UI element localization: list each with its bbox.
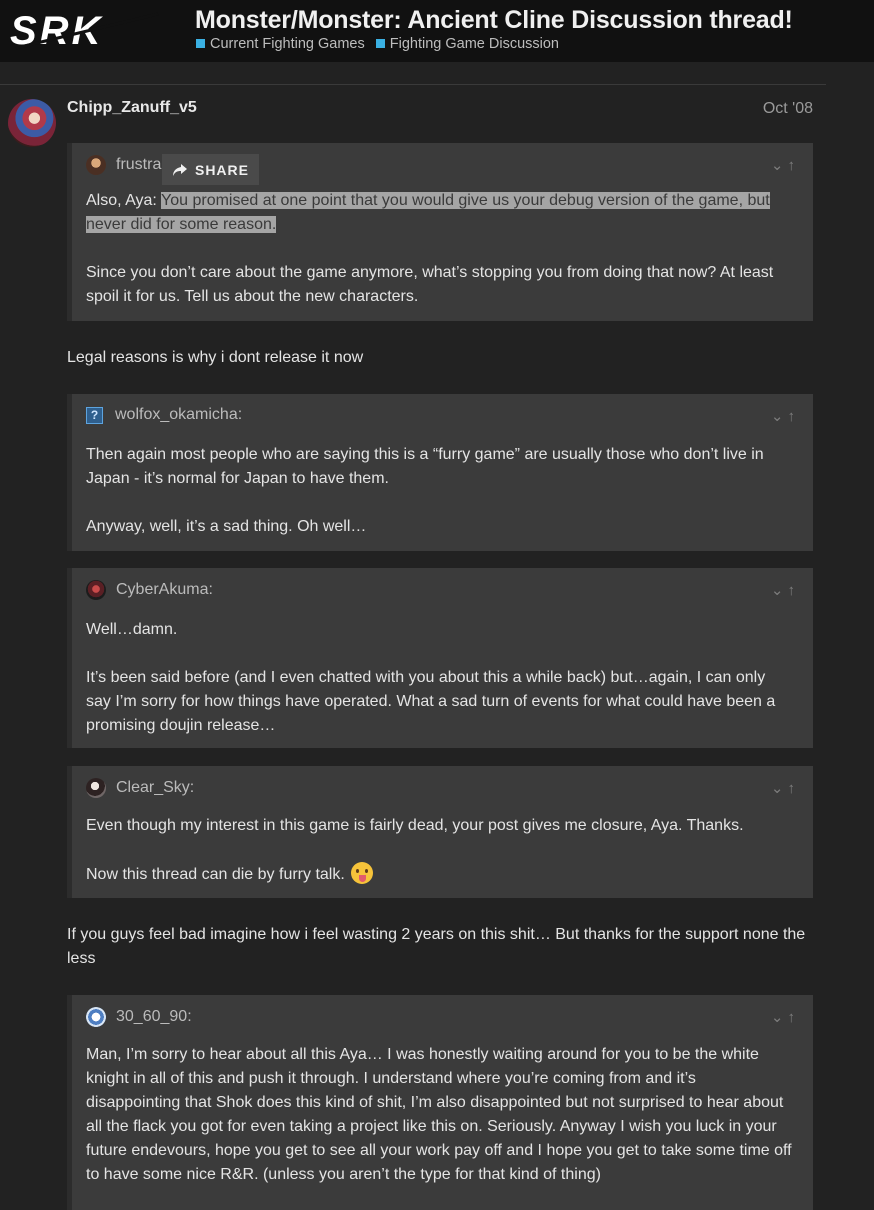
share-button[interactable]: SHARE: [162, 154, 259, 185]
chevron-down-icon[interactable]: ⌄: [771, 780, 788, 797]
category-link[interactable]: Fighting Game Discussion: [375, 36, 559, 52]
quote-block: 30_60_90: ⌄↑ Man, I’m sorry to hear abou…: [67, 995, 813, 1210]
missing-avatar-icon[interactable]: ?: [86, 406, 103, 424]
quote-author[interactable]: 30_60_90:: [116, 1008, 192, 1025]
chevron-down-icon[interactable]: ⌄: [771, 582, 788, 599]
stuck-out-tongue-emoji: [351, 862, 374, 884]
quote-body: Well…damn. It’s been said before (and I …: [86, 618, 793, 738]
quote-controls: ⌄↑: [771, 779, 799, 797]
post-author[interactable]: Chipp_Zanuff_v5: [67, 99, 197, 117]
quote-body: Then again most people who are saying th…: [86, 443, 793, 539]
quote-header: Clear_Sky:: [86, 778, 194, 802]
topic-header: SRK Monster/Monster: Ancient Cline Discu…: [0, 0, 874, 62]
arrow-up-icon[interactable]: ↑: [788, 780, 800, 797]
quote-controls: ⌄↑: [771, 1008, 799, 1026]
quote-paragraph: Well…damn.: [86, 621, 178, 638]
quote-header: ? wolfox_okamicha:: [86, 406, 242, 430]
arrow-up-icon[interactable]: ↑: [788, 582, 800, 599]
divider: [0, 84, 826, 85]
quote-paragraph: Anyway, well, it’s a sad thing. Oh well…: [86, 518, 367, 535]
post-date[interactable]: Oct '08: [763, 100, 813, 118]
quote-header: CyberAkuma:: [86, 580, 213, 604]
quote-paragraph: Also, Aya: You promised at one point tha…: [86, 192, 770, 233]
quote-body: Even though my interest in this game is …: [86, 814, 793, 887]
srk-logo[interactable]: SRK: [8, 9, 170, 51]
category-breadcrumb: Current Fighting Games Fighting Game Dis…: [196, 36, 566, 52]
quote-avatar[interactable]: [86, 155, 106, 175]
quote-block: Clear_Sky: ⌄↑ Even though my interest in…: [67, 766, 813, 898]
quote-avatar[interactable]: [86, 580, 106, 600]
quote-body: Man, I’m sorry to hear about all this Ay…: [86, 1043, 793, 1187]
chevron-down-icon[interactable]: ⌄: [771, 157, 788, 174]
text-selection: You promised at one point that you would…: [86, 192, 770, 233]
quote-controls: ⌄↑: [771, 407, 799, 425]
quote-paragraph: It’s been said before (and I even chatte…: [86, 669, 776, 734]
quote-block: CyberAkuma: ⌄↑ Well…damn. It’s been said…: [67, 568, 813, 748]
category-badge: [196, 39, 205, 48]
chevron-down-icon[interactable]: ⌄: [771, 408, 788, 425]
quote-body: Also, Aya: You promised at one point tha…: [86, 189, 793, 309]
share-icon: [172, 163, 187, 176]
post-paragraph: Legal reasons is why i dont release it n…: [67, 349, 364, 366]
quote-header: 30_60_90:: [86, 1007, 192, 1031]
arrow-up-icon[interactable]: ↑: [788, 408, 800, 425]
quote-avatar[interactable]: [86, 778, 106, 798]
quote-controls: ⌄↑: [771, 156, 799, 174]
quote-paragraph: Now this thread can die by furry talk.: [86, 862, 793, 887]
quote-author[interactable]: frustra: [116, 156, 161, 173]
quote-paragraph: Man, I’m sorry to hear about all this Ay…: [86, 1046, 792, 1183]
quote-header: frustra: [86, 155, 161, 179]
quote-author[interactable]: CyberAkuma:: [116, 581, 213, 598]
quote-paragraph: Then again most people who are saying th…: [86, 446, 764, 487]
quote-author[interactable]: wolfox_okamicha:: [115, 406, 242, 423]
avatar[interactable]: [8, 99, 56, 147]
post-paragraph: If you guys feel bad imagine how i feel …: [67, 926, 806, 967]
quote-block: ? wolfox_okamicha: ⌄↑ Then again most peo…: [67, 394, 813, 551]
chevron-down-icon[interactable]: ⌄: [771, 1009, 788, 1026]
quote-avatar[interactable]: [86, 1007, 106, 1027]
quote-paragraph: Even though my interest in this game is …: [86, 817, 744, 834]
quote-controls: ⌄↑: [771, 581, 799, 599]
arrow-up-icon[interactable]: ↑: [788, 1009, 800, 1026]
topic-title[interactable]: Monster/Monster: Ancient Cline Discussio…: [195, 6, 793, 35]
category-link[interactable]: Current Fighting Games: [196, 36, 365, 52]
quote-author[interactable]: Clear_Sky:: [116, 779, 194, 796]
arrow-up-icon[interactable]: ↑: [788, 157, 800, 174]
quote-paragraph: Since you don’t care about the game anym…: [86, 264, 774, 305]
category-badge: [375, 39, 385, 48]
